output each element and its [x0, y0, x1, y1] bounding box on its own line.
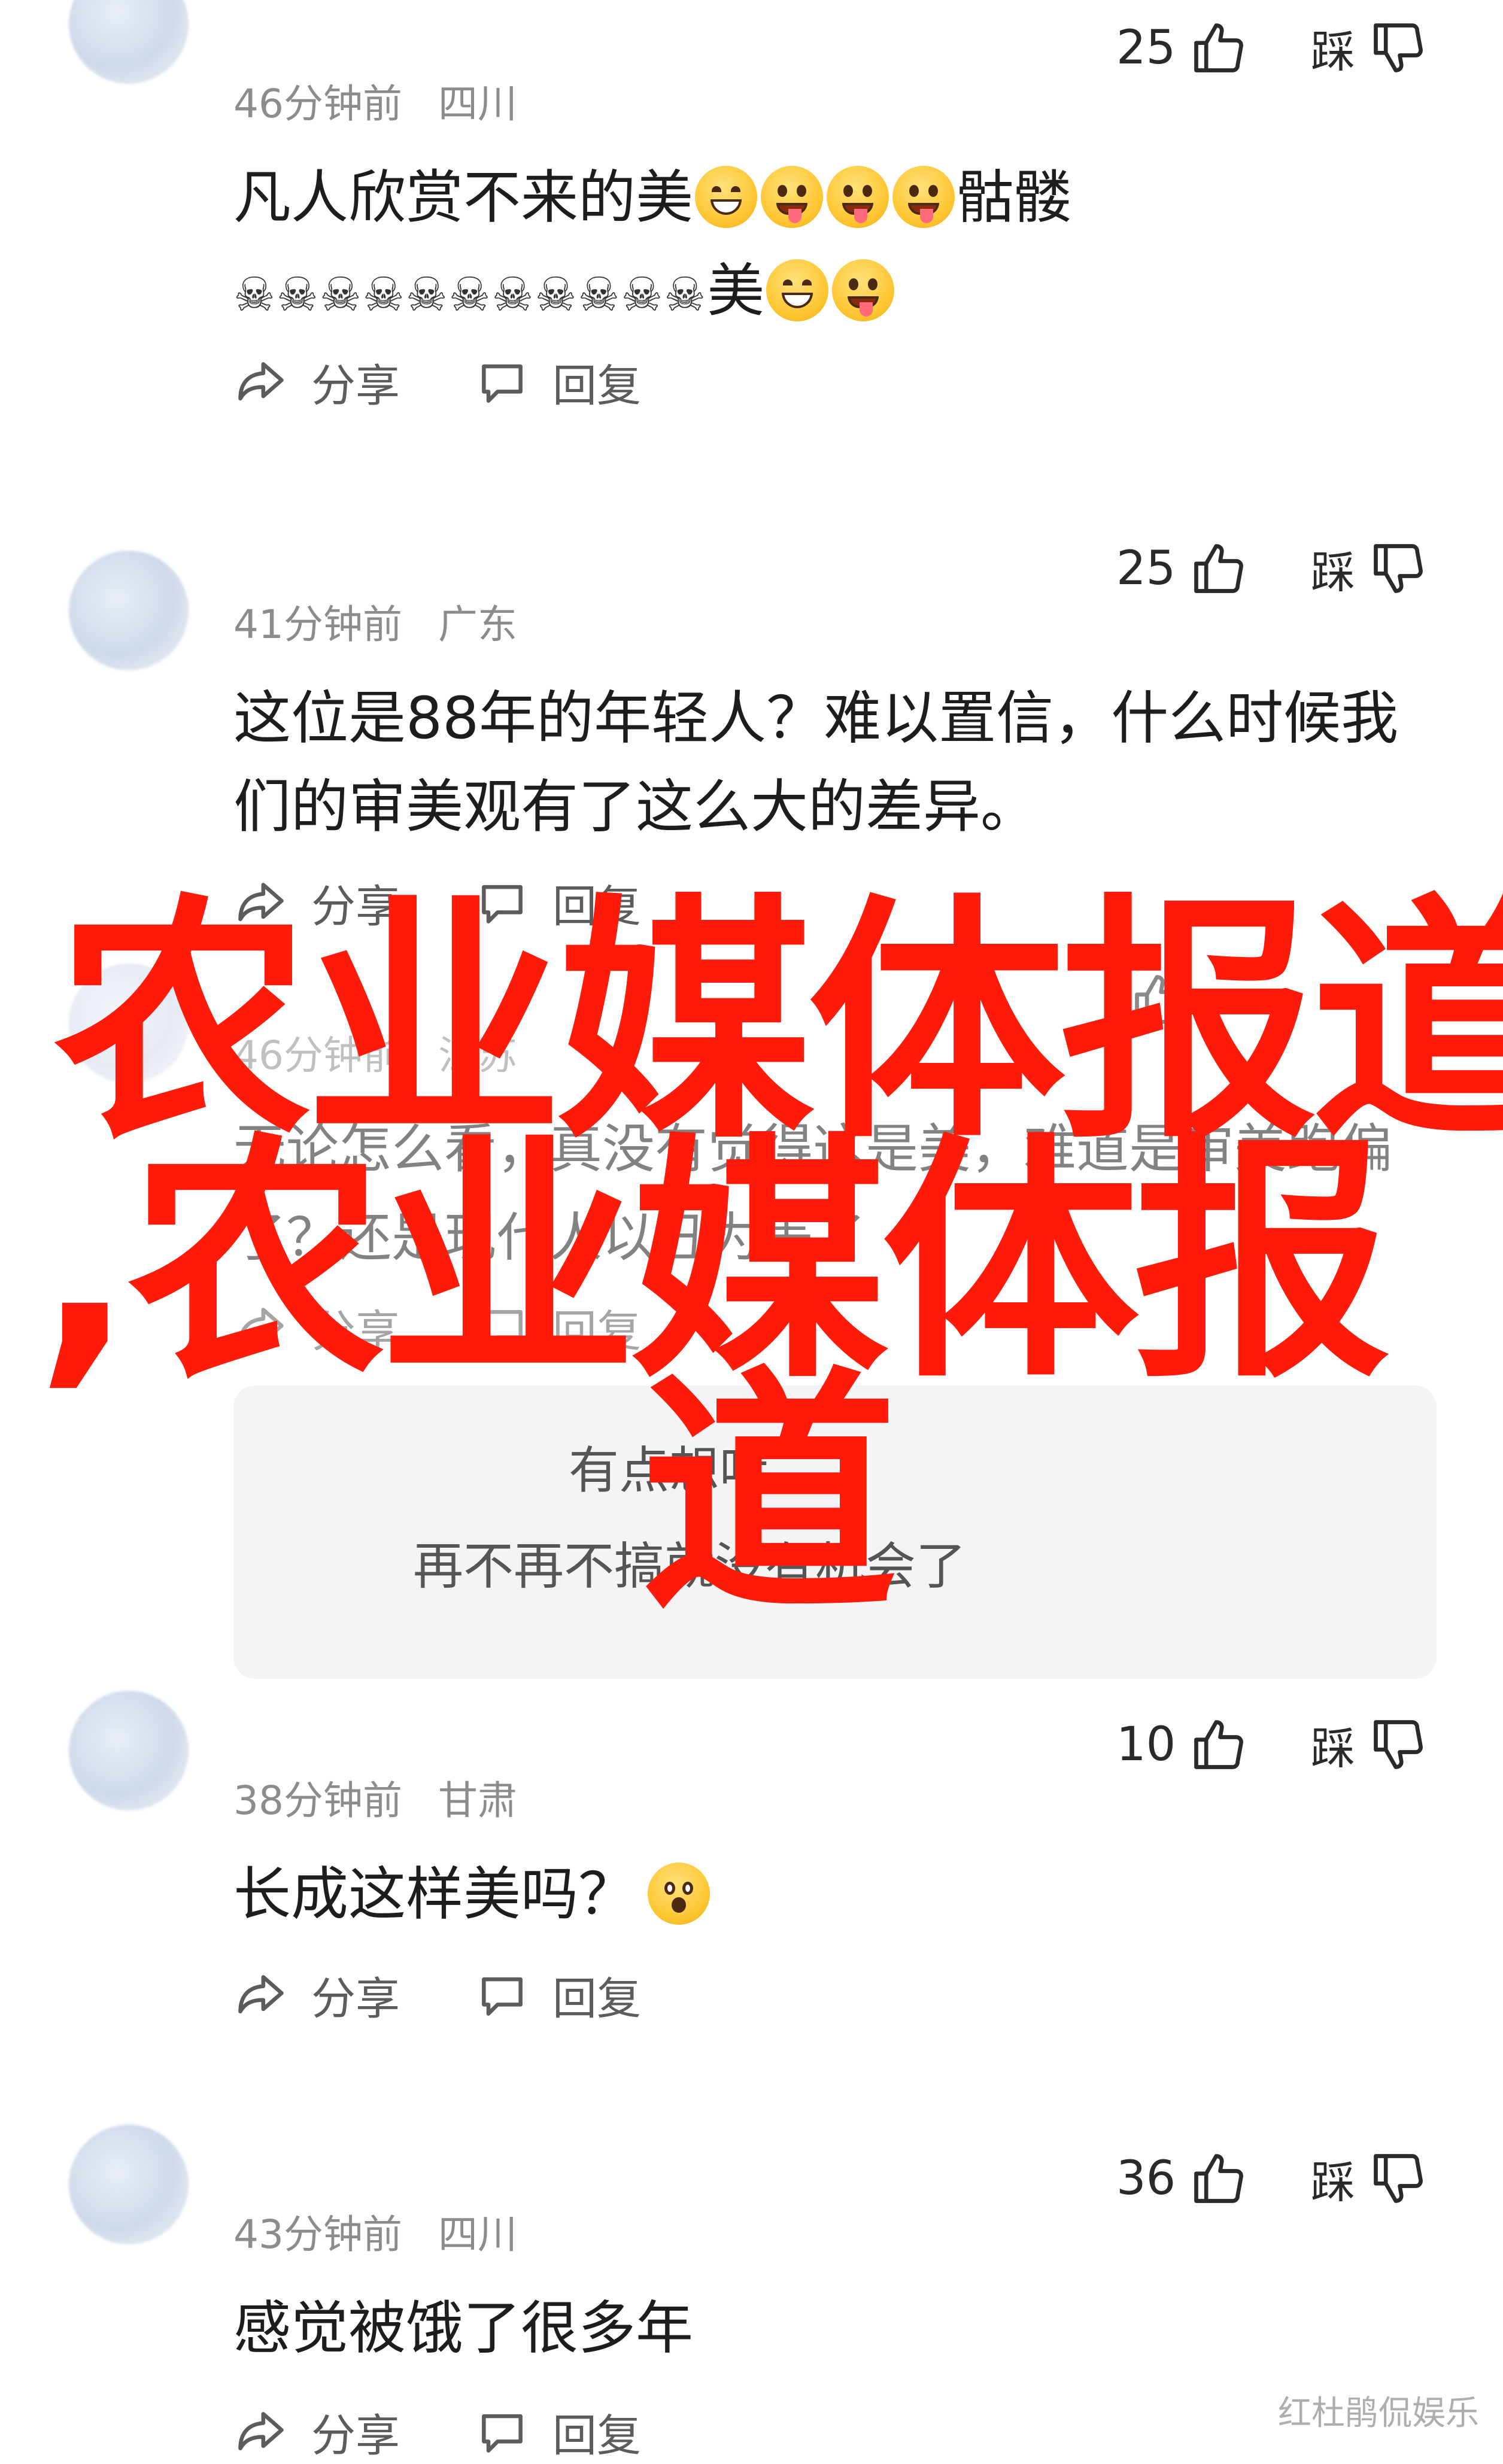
dislike-label: 踩 [1311, 546, 1355, 598]
grin-emoji-icon [695, 166, 757, 228]
like-count: 25 [1116, 21, 1176, 75]
dislike-button[interactable]: 踩 [1311, 536, 1428, 601]
shocked-emoji-icon [648, 1863, 710, 1925]
thumbs-up-icon [1194, 544, 1244, 593]
avatar[interactable] [69, 2125, 189, 2244]
comment-meta: 38分钟前 甘肃 [233, 1769, 517, 1826]
comment-text-line2: ☠☠☠☠☠☠☠☠☠☠☠美 [233, 247, 1425, 339]
avatar[interactable] [69, 0, 189, 84]
skull-icons: ☠☠☠☠☠☠☠☠☠☠☠ [233, 268, 708, 322]
share-button[interactable]: 分享 [233, 2400, 400, 2464]
grin-emoji-icon [766, 259, 829, 321]
comment-bubble-icon [482, 1977, 523, 2016]
comment-text: 凡人欣赏不来的美 骷髅 ☠☠☠☠☠☠☠☠☠☠☠美 [233, 153, 1425, 339]
comment-time: 43分钟前 [233, 2211, 402, 2258]
comment-meta: 43分钟前 四川 [233, 2202, 517, 2260]
dislike-label: 踩 [1311, 2156, 1355, 2208]
comment-location: 广东 [438, 601, 517, 648]
thumbs-up-icon [1194, 23, 1244, 72]
like-button[interactable]: 25 [1116, 536, 1249, 601]
corner-watermark: 红杜鹃侃娱乐 [1278, 2394, 1479, 2433]
thumbs-down-icon [1374, 1720, 1423, 1769]
share-button[interactable]: 分享 [233, 1963, 400, 2027]
comment-meta: 41分钟前 广东 [233, 593, 517, 650]
comment-location: 四川 [438, 81, 517, 127]
dislike-button[interactable]: 踩 [1311, 15, 1428, 81]
comment-time: 38分钟前 [233, 1778, 402, 1824]
tongue-emoji-icon [827, 166, 889, 228]
reply-label: 回复 [552, 360, 641, 412]
thumbs-down-icon [1374, 2154, 1423, 2203]
comment-location: 四川 [438, 2211, 517, 2258]
like-count: 25 [1116, 542, 1176, 596]
comment-text: 感觉被饿了很多年 [233, 2295, 693, 2362]
dislike-label: 踩 [1311, 1722, 1355, 1775]
comment-time: 46分钟前 [233, 81, 402, 127]
share-icon [238, 1974, 284, 2013]
watermark-line: 农业媒体报道 [54, 874, 1503, 1173]
tongue-emoji-icon [761, 166, 823, 228]
comment-location: 甘肃 [438, 1778, 517, 1824]
comment-actions: 分享 回复 [233, 2400, 716, 2464]
like-count: 10 [1116, 1718, 1176, 1772]
dislike-label: 踩 [1311, 26, 1355, 78]
tongue-emoji-icon [892, 166, 955, 228]
avatar[interactable] [69, 1691, 189, 1810]
thumbs-up-icon [1194, 1720, 1244, 1769]
comment-bubble-icon [482, 364, 523, 403]
like-button[interactable]: 10 [1116, 1712, 1249, 1778]
reply-button[interactable]: 回复 [475, 2400, 641, 2464]
comment-actions: 分享 回复 [233, 350, 716, 414]
overlay-watermark-text: 农业媒体报道 ,农业媒体报 道 [0, 874, 1503, 1625]
thumbs-down-icon [1374, 23, 1423, 72]
tongue-emoji-icon [832, 259, 895, 321]
share-icon [238, 361, 284, 400]
reply-label: 回复 [552, 2410, 641, 2462]
share-label: 分享 [311, 2410, 400, 2462]
like-button[interactable]: 36 [1116, 2146, 1249, 2211]
share-button[interactable]: 分享 [233, 350, 400, 414]
dislike-button[interactable]: 踩 [1311, 1712, 1428, 1778]
comment-text: 长成这样美吗？ [233, 1850, 1425, 1939]
like-count: 36 [1116, 2152, 1176, 2205]
share-label: 分享 [311, 1973, 400, 2025]
share-label: 分享 [311, 360, 400, 412]
like-button[interactable]: 25 [1116, 15, 1249, 81]
comment-meta: 46分钟前 四川 [233, 72, 517, 129]
reply-button[interactable]: 回复 [475, 350, 641, 414]
comment-text: 这位是88年的年轻人？难以置信，什么时候我们的审美观有了这么大的差异。 [233, 685, 1399, 840]
avatar[interactable] [69, 551, 189, 670]
comment-text-line1: 凡人欣赏不来的美 骷髅 [233, 164, 1071, 231]
dislike-button[interactable]: 踩 [1311, 2146, 1428, 2211]
reply-label: 回复 [552, 1973, 641, 2025]
reply-button[interactable]: 回复 [475, 1963, 641, 2027]
comment-time: 41分钟前 [233, 601, 402, 648]
comment-actions: 分享 回复 [233, 1963, 716, 2027]
thumbs-up-icon [1194, 2154, 1244, 2203]
thumbs-down-icon [1374, 544, 1423, 593]
